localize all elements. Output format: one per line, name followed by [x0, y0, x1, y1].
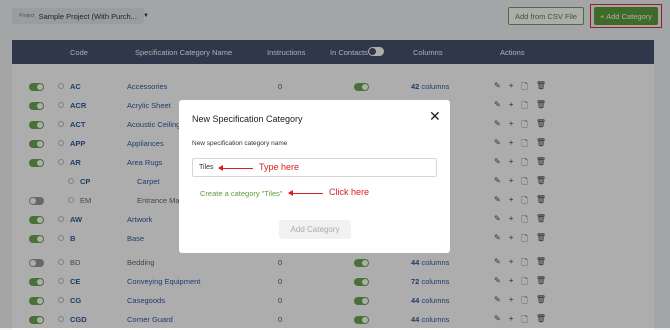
create-category-link[interactable]: Create a category "Tiles": [200, 189, 283, 198]
annotation-click-here: Click here: [329, 187, 370, 197]
add-category-submit-button[interactable]: Add Category: [279, 220, 351, 239]
annotation-arrow: [288, 190, 323, 196]
annotation-type-here: Type here: [259, 162, 300, 172]
new-category-dialog: New Specification Category ✕ New specifi…: [179, 100, 450, 253]
close-icon[interactable]: ✕: [429, 108, 441, 125]
annotation-arrow: [218, 165, 253, 171]
input-value: Tiles: [199, 164, 214, 171]
dialog-title: New Specification Category: [192, 114, 303, 124]
category-name-label: New specification category name: [192, 140, 288, 147]
